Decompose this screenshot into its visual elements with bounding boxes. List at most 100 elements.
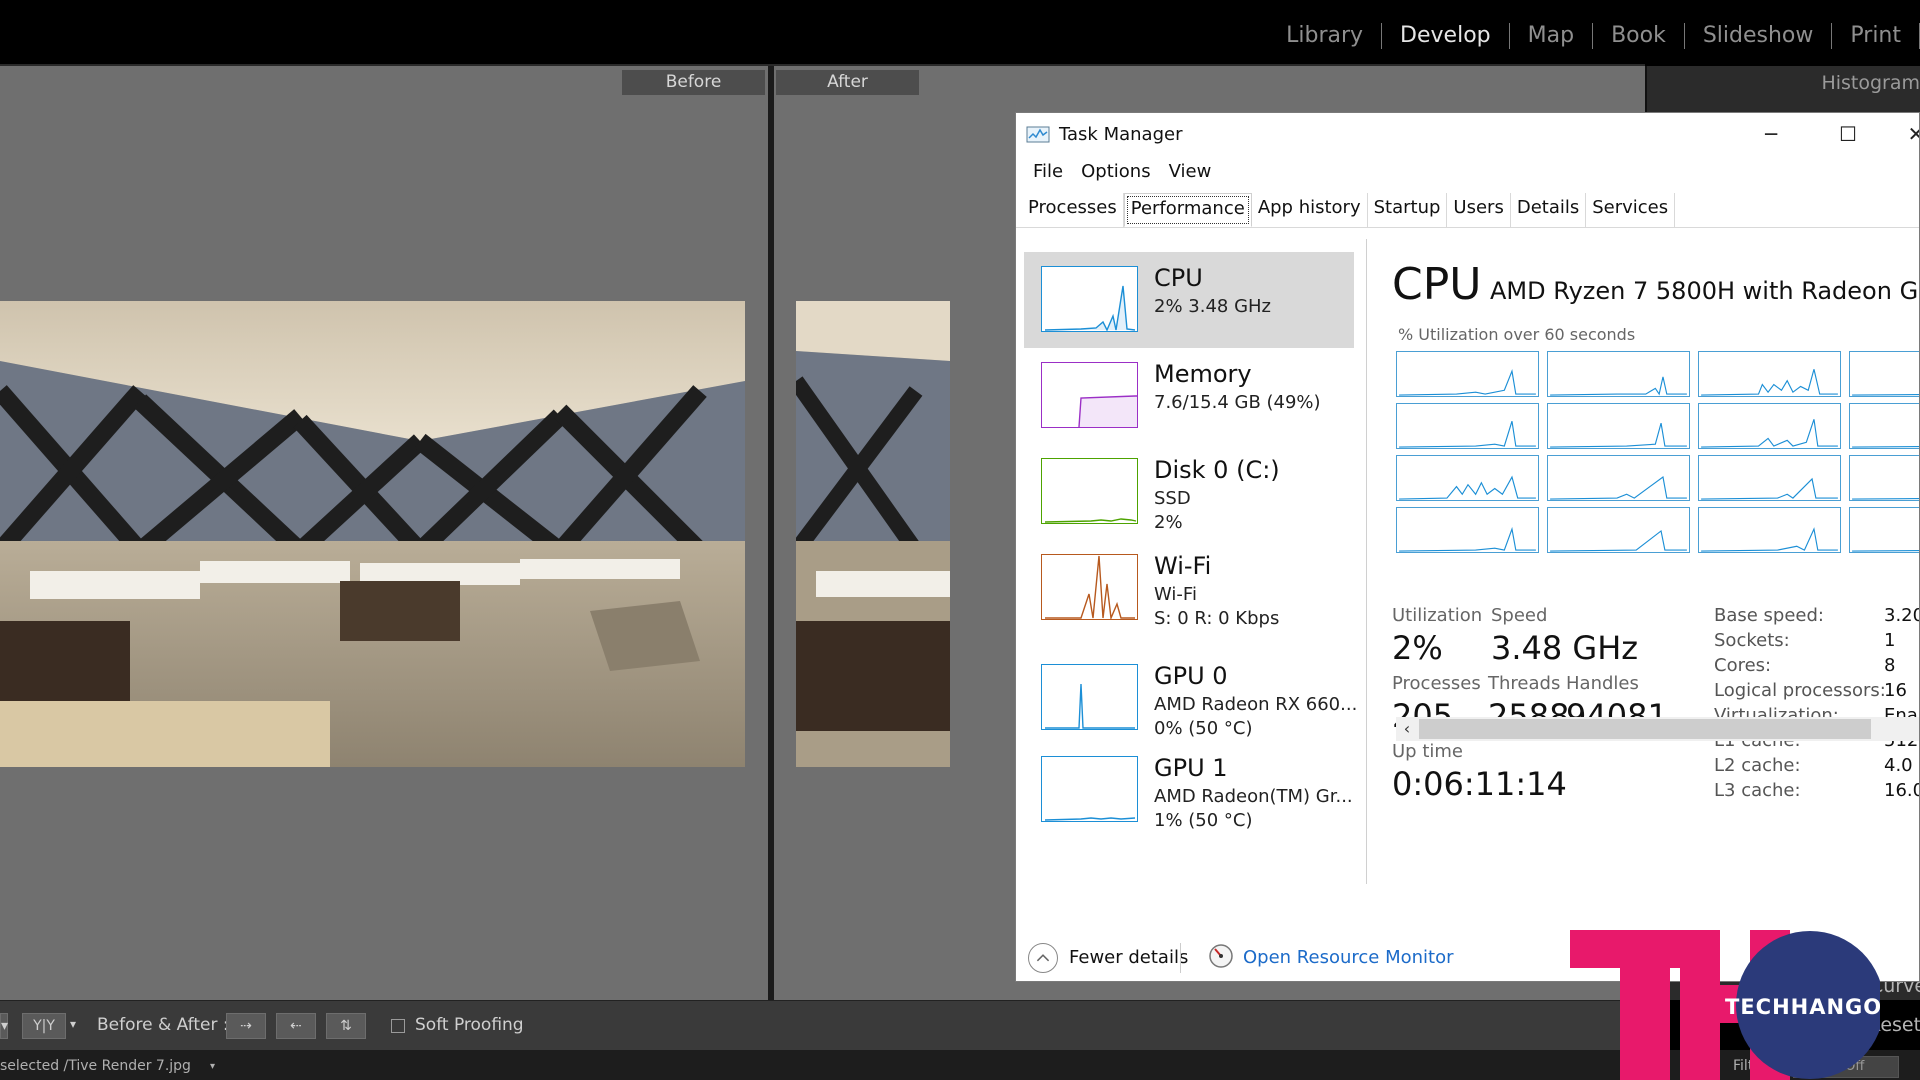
toolbar-left-caret-icon[interactable]: ▾ <box>0 1013 8 1039</box>
before-pane: Before <box>0 66 768 1000</box>
fewer-details-button[interactable]: Fewer details <box>1069 947 1188 968</box>
module-print[interactable]: Print <box>1832 23 1920 49</box>
core-graph <box>1698 507 1841 553</box>
core-graph <box>1396 403 1539 449</box>
tab-performance[interactable]: Performance <box>1123 193 1252 227</box>
disk-type: SSD <box>1154 488 1191 509</box>
sidebar-item-gpu-0[interactable]: GPU 0 AMD Radeon RX 660... 0% (50 °C) <box>1024 650 1358 746</box>
module-slideshow[interactable]: Slideshow <box>1685 23 1833 49</box>
uptime-value: 0:06:11:14 <box>1392 765 1567 803</box>
cpu-summary: 2% 3.48 GHz <box>1154 296 1272 317</box>
sidebar-item-wifi[interactable]: Wi-Fi Wi-Fi S: 0 R: 0 Kbps <box>1024 540 1354 636</box>
before-after-label: Before & After : <box>97 1015 229 1035</box>
core-graph <box>1547 455 1690 501</box>
memory-summary: 7.6/15.4 GB (49%) <box>1154 392 1321 413</box>
module-picker: Library Develop Map Book Slideshow Print <box>1268 20 1920 52</box>
task-manager-window: Task Manager ─ ☐ ✕ File Options View Pro… <box>1015 112 1920 982</box>
maximize-button[interactable]: ☐ <box>1828 119 1868 149</box>
file-dropdown-icon[interactable]: ▾ <box>210 1061 215 1072</box>
core-graph <box>1849 403 1919 449</box>
techhangout-logo: TECHHANGOUT <box>1570 930 1880 1080</box>
gpu1-model: AMD Radeon(TM) Gr... <box>1154 786 1353 807</box>
chevron-up-icon[interactable] <box>1028 943 1058 973</box>
soft-proofing-checkbox[interactable] <box>391 1019 405 1033</box>
module-map[interactable]: Map <box>1510 23 1594 49</box>
spec-value: 4.0 MB <box>1884 755 1919 776</box>
spec-value: 16.0 MB <box>1884 780 1919 801</box>
gpu0-title: GPU 0 <box>1154 662 1228 690</box>
spec-label: L2 cache: <box>1714 755 1801 776</box>
core-graph <box>1396 507 1539 553</box>
module-develop[interactable]: Develop <box>1382 23 1510 49</box>
core-graph <box>1849 351 1919 397</box>
open-resource-monitor-link[interactable]: Open Resource Monitor <box>1243 947 1454 968</box>
gpu1-mini-graph <box>1041 756 1138 822</box>
sidebar-item-cpu[interactable]: CPU 2% 3.48 GHz <box>1024 252 1354 348</box>
window-title: Task Manager <box>1059 124 1183 145</box>
wifi-throughput: S: 0 R: 0 Kbps <box>1154 608 1280 629</box>
scroll-left-arrow-icon[interactable]: ‹ <box>1396 717 1418 741</box>
tab-users[interactable]: Users <box>1447 193 1511 227</box>
resource-monitor-icon[interactable] <box>1208 943 1234 969</box>
core-graph <box>1849 507 1919 553</box>
copy-before-to-after-button[interactable]: ⇢ <box>226 1013 266 1039</box>
after-photo[interactable] <box>796 301 950 767</box>
copy-after-to-before-button[interactable]: ⇠ <box>276 1013 316 1039</box>
menu-file[interactable]: File <box>1024 155 1072 189</box>
minimize-button[interactable]: ─ <box>1751 119 1791 149</box>
task-manager-title-bar[interactable]: Task Manager ─ ☐ ✕ <box>1016 113 1919 155</box>
spec-label: Logical processors: <box>1714 680 1886 701</box>
sidebar-item-disk[interactable]: Disk 0 (C:) SSD 2% <box>1024 444 1354 540</box>
menu-view[interactable]: View <box>1160 155 1221 189</box>
cpu-detail-panel: CPU AMD Ryzen 7 5800H with Radeon Graphi… <box>1376 239 1919 899</box>
utilization-value: 2% <box>1392 629 1443 667</box>
histogram-panel-header[interactable]: Histogram <box>1821 72 1920 94</box>
cpu-title: CPU <box>1154 264 1203 292</box>
before-label: Before <box>622 70 765 95</box>
gpu1-title: GPU 1 <box>1154 754 1228 782</box>
selected-file-text[interactable]: selected /Tive Render 7.jpg <box>0 1058 191 1074</box>
view-mode-dropdown-icon[interactable]: ▾ <box>70 1017 76 1031</box>
after-label: After <box>776 70 919 95</box>
wifi-title: Wi-Fi <box>1154 552 1212 580</box>
core-graph <box>1547 351 1690 397</box>
core-graph <box>1698 403 1841 449</box>
tab-app-history[interactable]: App history <box>1252 193 1368 227</box>
cpu-mini-graph <box>1041 266 1138 332</box>
soft-proofing-label: Soft Proofing <box>415 1015 524 1035</box>
sidebar-item-memory[interactable]: Memory 7.6/15.4 GB (49%) <box>1024 348 1354 444</box>
tab-strip: Processes Performance App history Startu… <box>1016 193 1919 228</box>
wifi-mini-graph <box>1041 554 1138 620</box>
swap-before-after-button[interactable]: ⇅ <box>326 1013 366 1039</box>
cpu-graph-caption: % Utilization over 60 seconds <box>1398 325 1636 344</box>
view-mode-button[interactable]: Y|Y <box>22 1013 66 1039</box>
module-library[interactable]: Library <box>1268 23 1383 49</box>
spec-label: Cores: <box>1714 655 1772 676</box>
task-manager-icon <box>1026 126 1050 143</box>
before-photo[interactable] <box>0 301 745 767</box>
gpu0-model: AMD Radeon RX 660... <box>1154 694 1358 715</box>
cpu-model-name: AMD Ryzen 7 5800H with Radeon Graphics <box>1490 277 1919 305</box>
develop-toolbar: ▾ Y|Y ▾ Before & After : ⇢ ⇠ ⇅ Soft Proo… <box>0 1000 1645 1050</box>
spec-value: 3.20 GHz <box>1884 605 1919 626</box>
gpu1-usage: 1% (50 °C) <box>1154 810 1253 831</box>
wifi-adapter: Wi-Fi <box>1154 584 1197 605</box>
spec-label: L3 cache: <box>1714 780 1801 801</box>
scrollbar-thumb[interactable] <box>1419 719 1871 739</box>
uptime-label: Up time <box>1392 741 1463 762</box>
tab-services[interactable]: Services <box>1586 193 1676 227</box>
sidebar-item-gpu-1[interactable]: GPU 1 AMD Radeon(TM) Gr... 1% (50 °C) <box>1024 742 1354 838</box>
processes-label: Processes <box>1392 673 1481 694</box>
horizontal-scrollbar[interactable]: ‹ <box>1396 717 1919 741</box>
tab-details[interactable]: Details <box>1511 193 1587 227</box>
tab-processes[interactable]: Processes <box>1022 193 1124 227</box>
cpu-heading: CPU <box>1392 259 1482 310</box>
spec-value: 1 <box>1884 630 1896 651</box>
module-book[interactable]: Book <box>1593 23 1685 49</box>
spec-value: 8 <box>1884 655 1896 676</box>
handles-label: Handles <box>1566 673 1639 694</box>
core-graph <box>1698 455 1841 501</box>
close-button[interactable]: ✕ <box>1896 119 1919 149</box>
menu-options[interactable]: Options <box>1072 155 1159 189</box>
tab-startup[interactable]: Startup <box>1368 193 1448 227</box>
